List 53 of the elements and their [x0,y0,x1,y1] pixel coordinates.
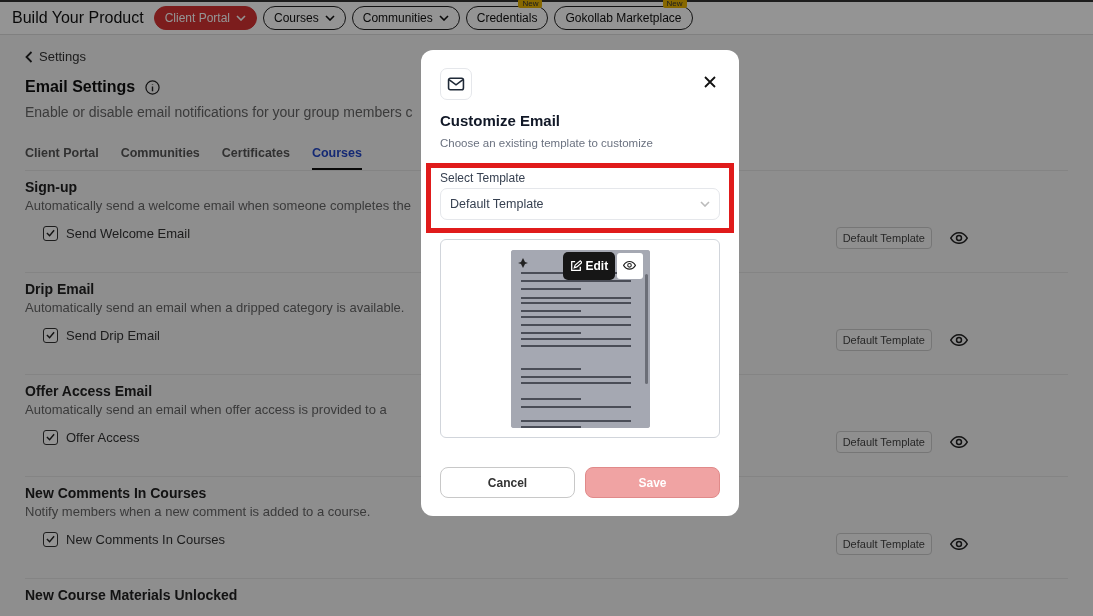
back-link[interactable]: Settings [39,49,86,64]
checkbox-label: Send Welcome Email [66,225,191,241]
eye-icon[interactable] [950,231,968,244]
eye-icon[interactable] [623,261,636,270]
section-title: Drip Email [25,281,96,297]
app-title: Build Your Product [12,9,144,27]
eye-icon[interactable] [950,537,968,550]
settings-tab[interactable]: Certificates [221,146,290,170]
check-icon [46,433,55,441]
section-description: Notify members when a new comment is added to a course. [25,504,371,519]
pencil-square-icon [569,259,582,272]
nav-button[interactable]: Client Portal [153,6,258,30]
checkbox-label: Offer Access [66,429,140,445]
checkbox-label: Send Drip Email [66,327,160,343]
cancel-button[interactable]: Cancel [440,467,575,498]
section-description: Automatically send an email when a dripped category is available. [25,300,405,315]
dialog-subtitle: Choose an existing template to customize [440,137,654,149]
checkbox[interactable] [43,225,58,241]
checkbox[interactable] [43,327,58,343]
template-button[interactable]: Default Template [835,329,932,351]
nav-button[interactable]: Credentials [465,6,549,30]
checkbox[interactable] [43,429,58,445]
template-select[interactable]: Default Template [440,188,720,220]
check-icon [46,331,55,339]
section-title: Offer Access Email [25,383,154,399]
nav-button[interactable]: Communities [351,6,460,30]
section-description: Automatically send a welcome email when someone completes the [25,198,411,213]
field-label: Select Template [440,171,527,185]
settings-tab[interactable]: Courses [311,146,362,170]
new-badge: New [518,0,543,8]
section-title: New Course Materials Unlocked [25,587,239,603]
check-icon [46,535,55,543]
template-button[interactable]: Default Template [835,227,932,249]
checkbox[interactable] [43,531,58,547]
template-button[interactable]: Default Template [835,533,932,555]
chevron-down-icon [700,201,710,207]
settings-tab[interactable]: Client Portal [25,146,99,170]
nav-button[interactable]: Courses [263,6,346,30]
eye-icon[interactable] [950,333,968,346]
settings-tab[interactable]: Communities [120,146,200,170]
page-title: Email Settings [25,78,136,96]
new-badge: New [662,0,687,8]
mail-icon [440,68,472,100]
page-subtitle: Enable or disable email notifications for your group members c [25,104,413,120]
nav-button[interactable]: Gokollab Marketplace [554,6,693,30]
info-icon[interactable] [145,79,161,95]
check-icon [46,229,55,237]
section-title: New Comments In Courses [25,485,208,501]
eye-icon[interactable] [950,435,968,448]
dialog-title: Customize Email [440,112,562,129]
section-description: Automatically send an email when offer access is provided to a [25,402,387,417]
template-button[interactable]: Default Template [835,431,932,453]
checkbox-label: New Comments In Courses [66,531,225,547]
